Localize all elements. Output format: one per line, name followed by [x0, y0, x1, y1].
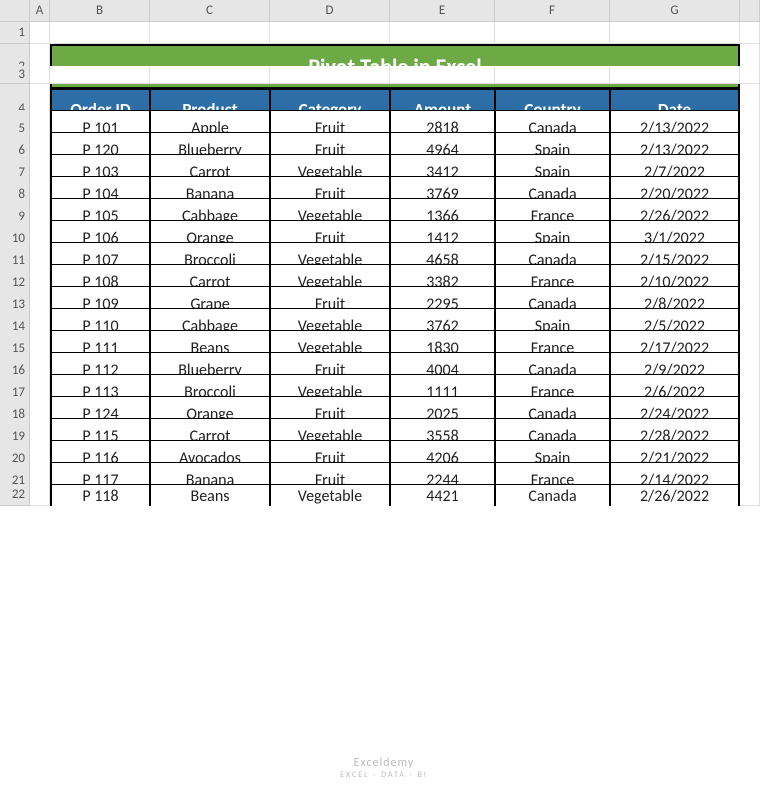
table-cell[interactable]: Beans — [150, 484, 270, 506]
table-cell[interactable]: P 118 — [50, 484, 150, 506]
cell[interactable] — [495, 66, 610, 84]
watermark-sub: EXCEL · DATA · BI — [340, 770, 428, 780]
col-header-blank[interactable] — [740, 0, 760, 22]
select-all-corner[interactable] — [0, 0, 30, 22]
cell[interactable] — [150, 22, 270, 44]
cell[interactable] — [390, 22, 495, 44]
row-header-22[interactable]: 22 — [0, 484, 30, 506]
watermark-text: Exceldemy — [354, 756, 415, 770]
watermark: Exceldemy EXCEL · DATA · BI — [340, 756, 428, 780]
row-header-3[interactable]: 3 — [0, 66, 30, 84]
col-header-E[interactable]: E — [390, 0, 495, 22]
cell[interactable] — [270, 66, 390, 84]
cell[interactable] — [30, 484, 50, 506]
col-header-D[interactable]: D — [270, 0, 390, 22]
col-header-B[interactable]: B — [50, 0, 150, 22]
cell[interactable] — [30, 22, 50, 44]
cell[interactable] — [50, 66, 150, 84]
col-header-A[interactable]: A — [30, 0, 50, 22]
table-cell[interactable]: 4421 — [390, 484, 495, 506]
cell[interactable] — [495, 22, 610, 44]
cell[interactable] — [740, 484, 760, 506]
cell[interactable] — [150, 66, 270, 84]
col-header-G[interactable]: G — [610, 0, 740, 22]
table-cell[interactable]: Canada — [495, 484, 610, 506]
row-header-1[interactable]: 1 — [0, 22, 30, 44]
cell[interactable] — [30, 66, 50, 84]
cell[interactable] — [610, 22, 740, 44]
col-header-F[interactable]: F — [495, 0, 610, 22]
cell[interactable] — [390, 66, 495, 84]
cell[interactable] — [610, 66, 740, 84]
cell[interactable] — [50, 22, 150, 44]
cell[interactable] — [270, 22, 390, 44]
cell[interactable] — [740, 66, 760, 84]
table-cell[interactable]: Vegetable — [270, 484, 390, 506]
col-header-C[interactable]: C — [150, 0, 270, 22]
table-cell[interactable]: 2/26/2022 — [610, 484, 740, 506]
cell[interactable] — [740, 22, 760, 44]
